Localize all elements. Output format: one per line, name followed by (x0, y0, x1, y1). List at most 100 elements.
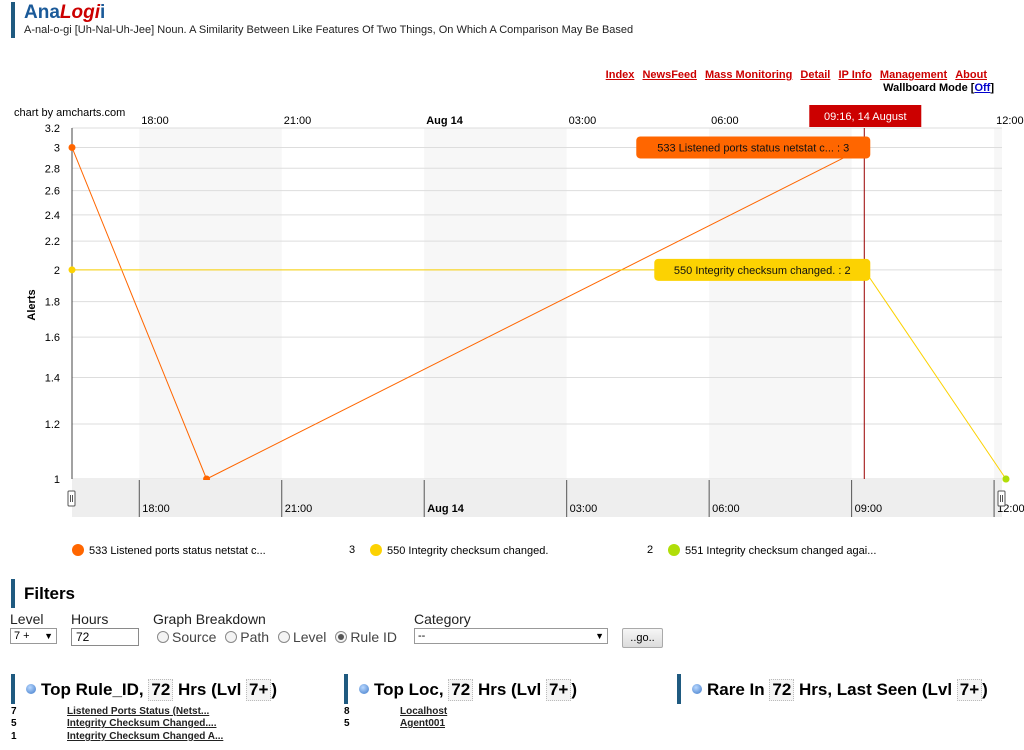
radio-label: Rule ID (350, 629, 397, 645)
rare-title: Rare In 72 Hrs, Last Seen (Lvl 7+) (692, 679, 988, 701)
radio-label: Level (292, 629, 327, 645)
category-label: Category (414, 611, 471, 627)
rule-link[interactable]: Listened Ports Status (Netst... (67, 706, 209, 717)
header-accent-bar (11, 2, 15, 38)
app-title: AnaLogii (24, 2, 105, 24)
y-tick-label: 2 (54, 265, 60, 277)
y-tick-label: 1.8 (45, 297, 60, 309)
scrollbar-right-grip-icon (997, 490, 1006, 507)
row-count: 7 (11, 706, 17, 717)
balloon-text: 533 Listened ports status netstat c... :… (657, 142, 849, 154)
page-header: AnaLogii A-nal-o-gi [Uh-Nal-Uh-Jee] Noun… (0, 0, 1024, 50)
plot-band (709, 128, 852, 479)
balloon-text: 550 Integrity checksum changed. : 2 (674, 265, 851, 277)
hours-box: 72 (769, 679, 795, 701)
level-select-value: 7 + (14, 630, 30, 642)
x-tick-label-bottom: 18:00 (142, 503, 170, 515)
chart-scrollbar[interactable]: 18:00 21:00 Aug 14 03:00 06:00 09:00 12:00 (67, 480, 1024, 517)
y-tick-label: 3 (54, 142, 60, 154)
y-tick-label: 2.2 (45, 236, 60, 248)
data-point (68, 143, 76, 151)
top-loc-accent-bar (344, 674, 348, 704)
nav-link-management[interactable]: Management (880, 69, 947, 81)
grip-body (67, 490, 76, 507)
hours-input[interactable]: 72 (71, 628, 139, 646)
x-tick-label-bottom: 03:00 (570, 503, 598, 515)
data-point (68, 266, 76, 274)
radio-selected-icon (335, 631, 348, 643)
legend-item[interactable]: 551 Integrity checksum changed agai... (668, 544, 876, 557)
nav-link-ip-info[interactable]: IP Info (838, 69, 871, 81)
go-button[interactable]: ..go.. (622, 628, 663, 648)
legend-marker-icon (72, 544, 84, 556)
title-part-3: i (100, 2, 106, 23)
x-tick-label-top: 21:00 (284, 115, 312, 127)
radio-label: Source (172, 629, 217, 645)
top-rule-accent-bar (11, 674, 15, 704)
y-tick-label: 2.8 (45, 163, 60, 175)
level-label: Level (10, 611, 44, 627)
title-text: Rare In (707, 680, 770, 699)
nav-link-newsfeed[interactable]: NewsFeed (642, 69, 696, 81)
nav-link-index[interactable]: Index (606, 69, 635, 81)
chart-legend: 533 Listened ports status netstat c... 3… (0, 540, 1024, 564)
info-icon[interactable] (26, 684, 36, 694)
y-tick-label: 1.4 (45, 372, 60, 384)
rule-link[interactable]: Integrity Checksum Changed.... (67, 718, 216, 729)
wallboard-mode: Wallboard Mode [Off] (883, 82, 994, 94)
x-tick-label-bottom: Aug 14 (427, 503, 465, 515)
legend-label: 533 Listened ports status netstat c... (89, 545, 266, 557)
radio-path[interactable]: Path (225, 629, 269, 645)
title-text: Top Loc, (374, 680, 449, 699)
x-tick-label-top: 18:00 (141, 115, 169, 127)
category-select[interactable]: -- ▼ (414, 628, 608, 644)
radio-rule-id[interactable]: Rule ID (335, 629, 397, 645)
alerts-chart[interactable]: 1 1.2 1.4 1.6 1.8 2 2.2 2.4 2.6 2.8 3 3.2 18:00 21:0… (0, 100, 1024, 530)
category-select-value: -- (418, 630, 426, 642)
data-point (1002, 475, 1010, 483)
y-tick-label: 1.6 (45, 332, 60, 344)
wallboard-label: Wallboard Mode [ (883, 82, 975, 94)
y-tick-label: 2.4 (45, 210, 60, 222)
legend-marker-icon (668, 544, 680, 556)
info-icon[interactable] (359, 684, 369, 694)
legend-value: 2 (647, 544, 654, 556)
nav-link-about[interactable]: About (955, 69, 987, 81)
legend-value: 3 (349, 544, 356, 556)
location-link[interactable]: Localhost (400, 706, 447, 717)
wallboard-toggle-link[interactable]: Off (974, 82, 990, 94)
scrollbar-left-grip-icon (67, 490, 76, 507)
chevron-down-icon: ▼ (44, 631, 53, 641)
y-tick-label: 1 (54, 474, 60, 486)
info-icon[interactable] (692, 684, 702, 694)
plot-band (994, 128, 1002, 479)
y-tick-label: 3.2 (45, 123, 60, 135)
row-count: 5 (11, 718, 17, 729)
top-nav: Index NewsFeed Mass Monitoring Detail IP… (601, 69, 987, 81)
legend-item[interactable]: 550 Integrity checksum changed. (370, 544, 548, 557)
chart-bands (72, 128, 1002, 479)
level-box: 7+ (956, 679, 983, 701)
title-text: ) (571, 680, 578, 699)
rule-link[interactable]: Integrity Checksum Changed A... (67, 731, 223, 742)
cursor-label: 09:16, 14 August (824, 111, 907, 123)
chevron-down-icon: ▼ (595, 631, 604, 641)
location-link[interactable]: Agent001 (400, 718, 445, 729)
title-text: Hrs, Last Seen (Lvl (794, 680, 957, 699)
nav-link-mass-monitoring[interactable]: Mass Monitoring (705, 69, 792, 81)
title-text: Hrs (Lvl (473, 680, 546, 699)
grip-body (997, 490, 1006, 507)
level-select[interactable]: 7 + ▼ (10, 628, 57, 644)
row-count: 1 (11, 731, 17, 742)
plot-band (424, 128, 567, 479)
radio-level[interactable]: Level (277, 629, 327, 645)
nav-link-detail[interactable]: Detail (800, 69, 830, 81)
title-text: ) (271, 680, 278, 699)
app-tagline: A-nal-o-gi [Uh-Nal-Uh-Jee] Noun. A Simil… (24, 24, 634, 36)
filters-accent-bar (11, 579, 15, 608)
legend-item[interactable]: 533 Listened ports status netstat c... (72, 544, 266, 557)
radio-source[interactable]: Source (157, 629, 216, 645)
radio-icon (157, 631, 169, 643)
graph-breakdown-options: Source Path Level Rule ID (157, 629, 397, 645)
title-part-2: Logi (59, 2, 101, 23)
